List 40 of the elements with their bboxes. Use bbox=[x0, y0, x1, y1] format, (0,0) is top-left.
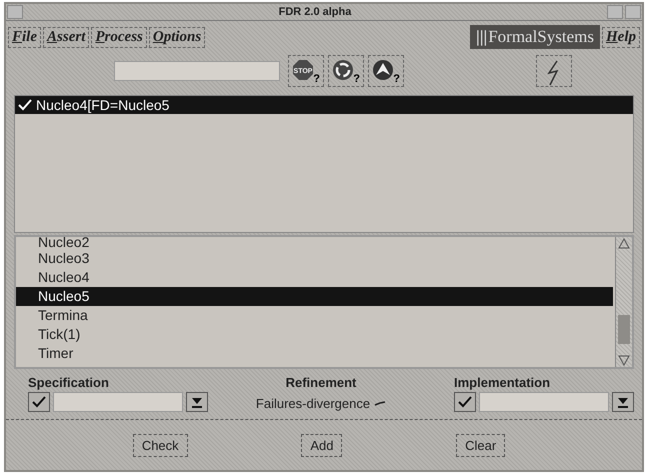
menu-item[interactable]: Process bbox=[91, 26, 147, 48]
dash-icon bbox=[374, 400, 386, 408]
scrollbar[interactable] bbox=[615, 237, 632, 367]
menu-item[interactable]: Assert bbox=[43, 26, 90, 48]
specification-toggle[interactable] bbox=[28, 392, 50, 412]
dropdown-button[interactable] bbox=[612, 392, 634, 412]
refinement-dropdown[interactable]: Failures-divergence bbox=[256, 392, 386, 415]
specification-field[interactable] bbox=[53, 392, 183, 412]
scroll-up-icon[interactable] bbox=[618, 237, 630, 249]
list-entry[interactable]: Nucleo2 bbox=[16, 237, 613, 249]
cycle-tool-button[interactable]: ? bbox=[328, 55, 364, 87]
specification-label: Specification bbox=[28, 375, 110, 390]
list-entry[interactable]: Tick(1) bbox=[16, 325, 613, 344]
list-entry[interactable]: Nucleo3 bbox=[16, 249, 613, 268]
refinement-label: Refinement bbox=[286, 375, 356, 390]
download-arrow-icon bbox=[191, 395, 203, 409]
up-tool-button[interactable]: ? bbox=[368, 55, 404, 87]
action-button[interactable]: Clear bbox=[456, 434, 506, 457]
list-entry[interactable]: Nucleo4 bbox=[16, 268, 613, 287]
help-menu[interactable]: Help bbox=[602, 26, 640, 48]
list-entry[interactable]: Nucleo5 bbox=[16, 287, 613, 306]
implementation-label: Implementation bbox=[454, 375, 552, 390]
list-entry[interactable]: Timer bbox=[16, 344, 613, 363]
implementation-field[interactable] bbox=[478, 392, 609, 412]
text-field[interactable] bbox=[114, 61, 280, 81]
list-entry[interactable]: Termina bbox=[16, 306, 613, 325]
assertion-row[interactable]: Nucleo4[FD=Nucleo5 bbox=[15, 96, 633, 114]
download-arrow-icon bbox=[616, 395, 629, 409]
brand-logo: |||FormalSystems bbox=[470, 25, 600, 49]
cycle-icon bbox=[332, 59, 354, 81]
lightning-button[interactable] bbox=[536, 55, 572, 87]
window-title: FDR 2.0 alpha bbox=[278, 6, 352, 18]
implementation-toggle[interactable] bbox=[454, 392, 476, 412]
action-button[interactable]: Add bbox=[301, 434, 342, 457]
menu-item[interactable]: Options bbox=[148, 26, 206, 48]
scroll-thumb[interactable] bbox=[618, 314, 630, 344]
menu-item[interactable]: File bbox=[8, 26, 42, 48]
action-button[interactable]: Check bbox=[132, 434, 188, 457]
dropdown-button[interactable] bbox=[186, 392, 208, 412]
scroll-down-icon[interactable] bbox=[618, 355, 630, 367]
